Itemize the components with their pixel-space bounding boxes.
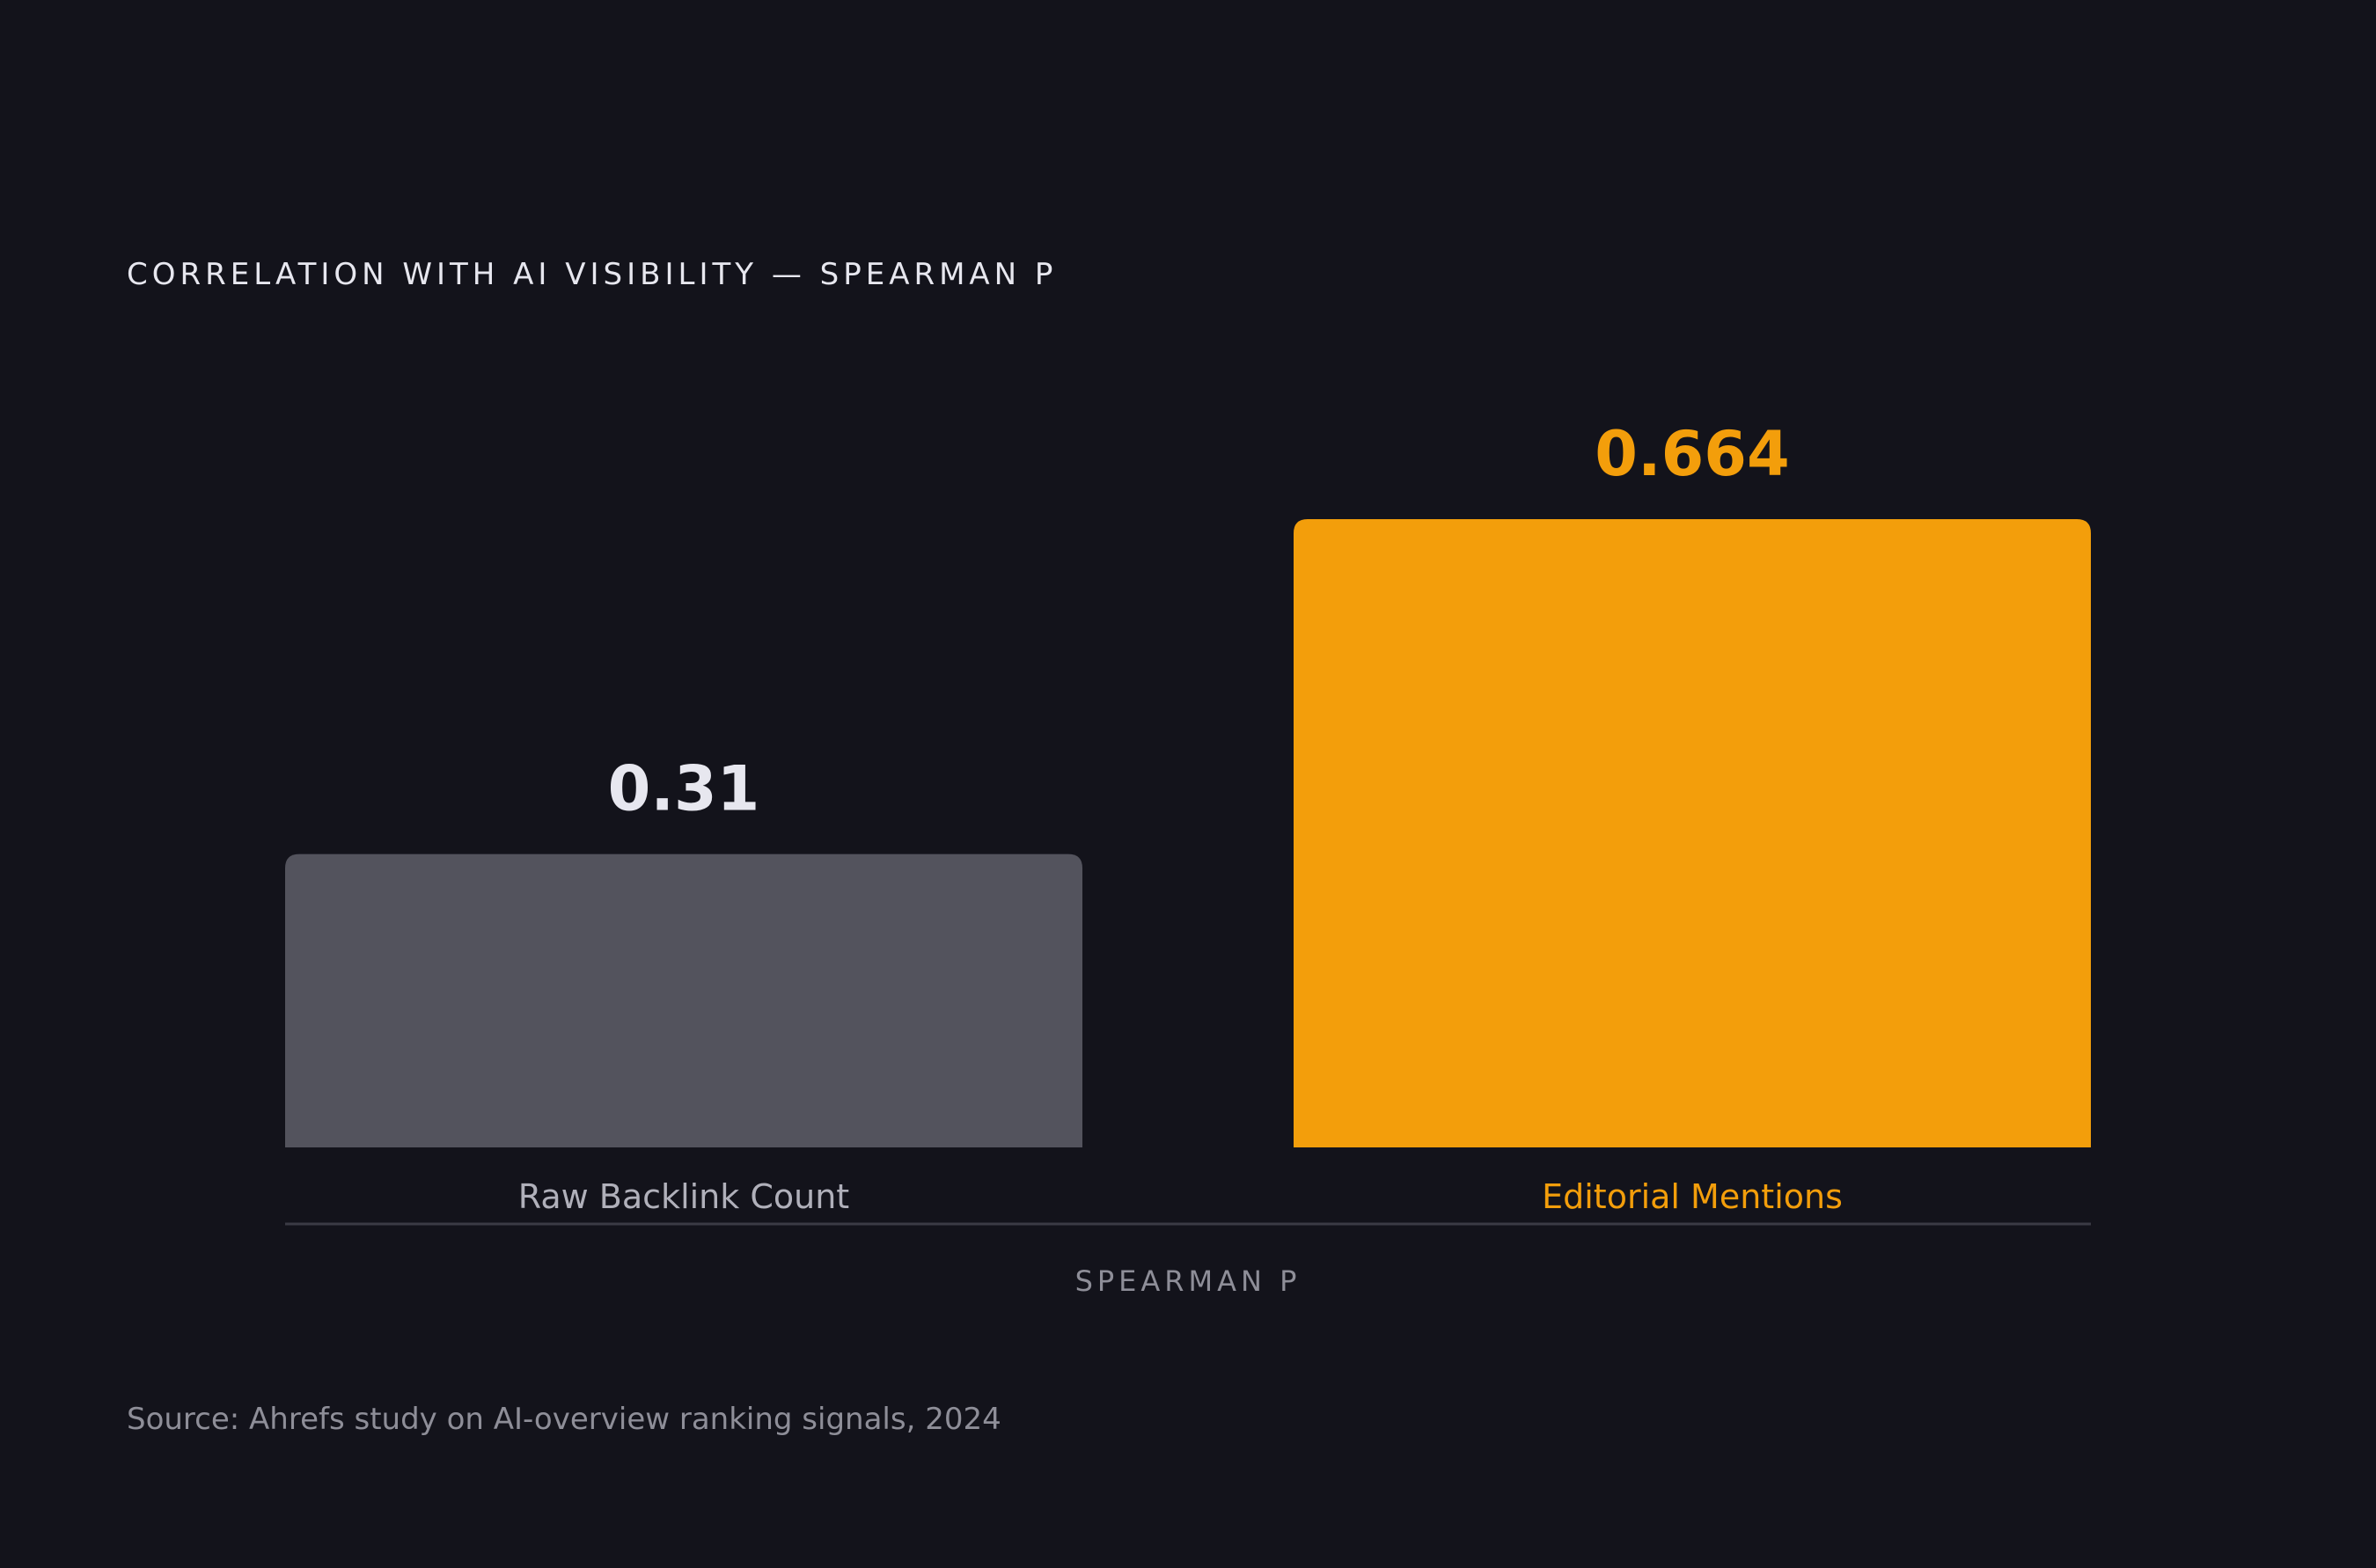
value-label-1: 0.31 bbox=[608, 753, 760, 825]
bar-chart: 0.31 Raw Backlink Count 0.664 Editorial Men… bbox=[285, 418, 2091, 1226]
source-note: Source: Ahrefs study on AI-overview rank… bbox=[127, 1402, 1001, 1437]
category-label-1: Raw Backlink Count bbox=[518, 1177, 849, 1216]
category-label-2: Editorial Mentions bbox=[1542, 1177, 1843, 1216]
value-label-2: 0.664 bbox=[1595, 418, 1789, 490]
bar-2 bbox=[1294, 519, 2091, 1147]
bars-group: 0.31 Raw Backlink Count 0.664 Editorial Men… bbox=[285, 418, 2091, 1216]
x-axis-title: SPEARMAN Ρ bbox=[1074, 1264, 1302, 1298]
bar-1 bbox=[285, 854, 1082, 1147]
